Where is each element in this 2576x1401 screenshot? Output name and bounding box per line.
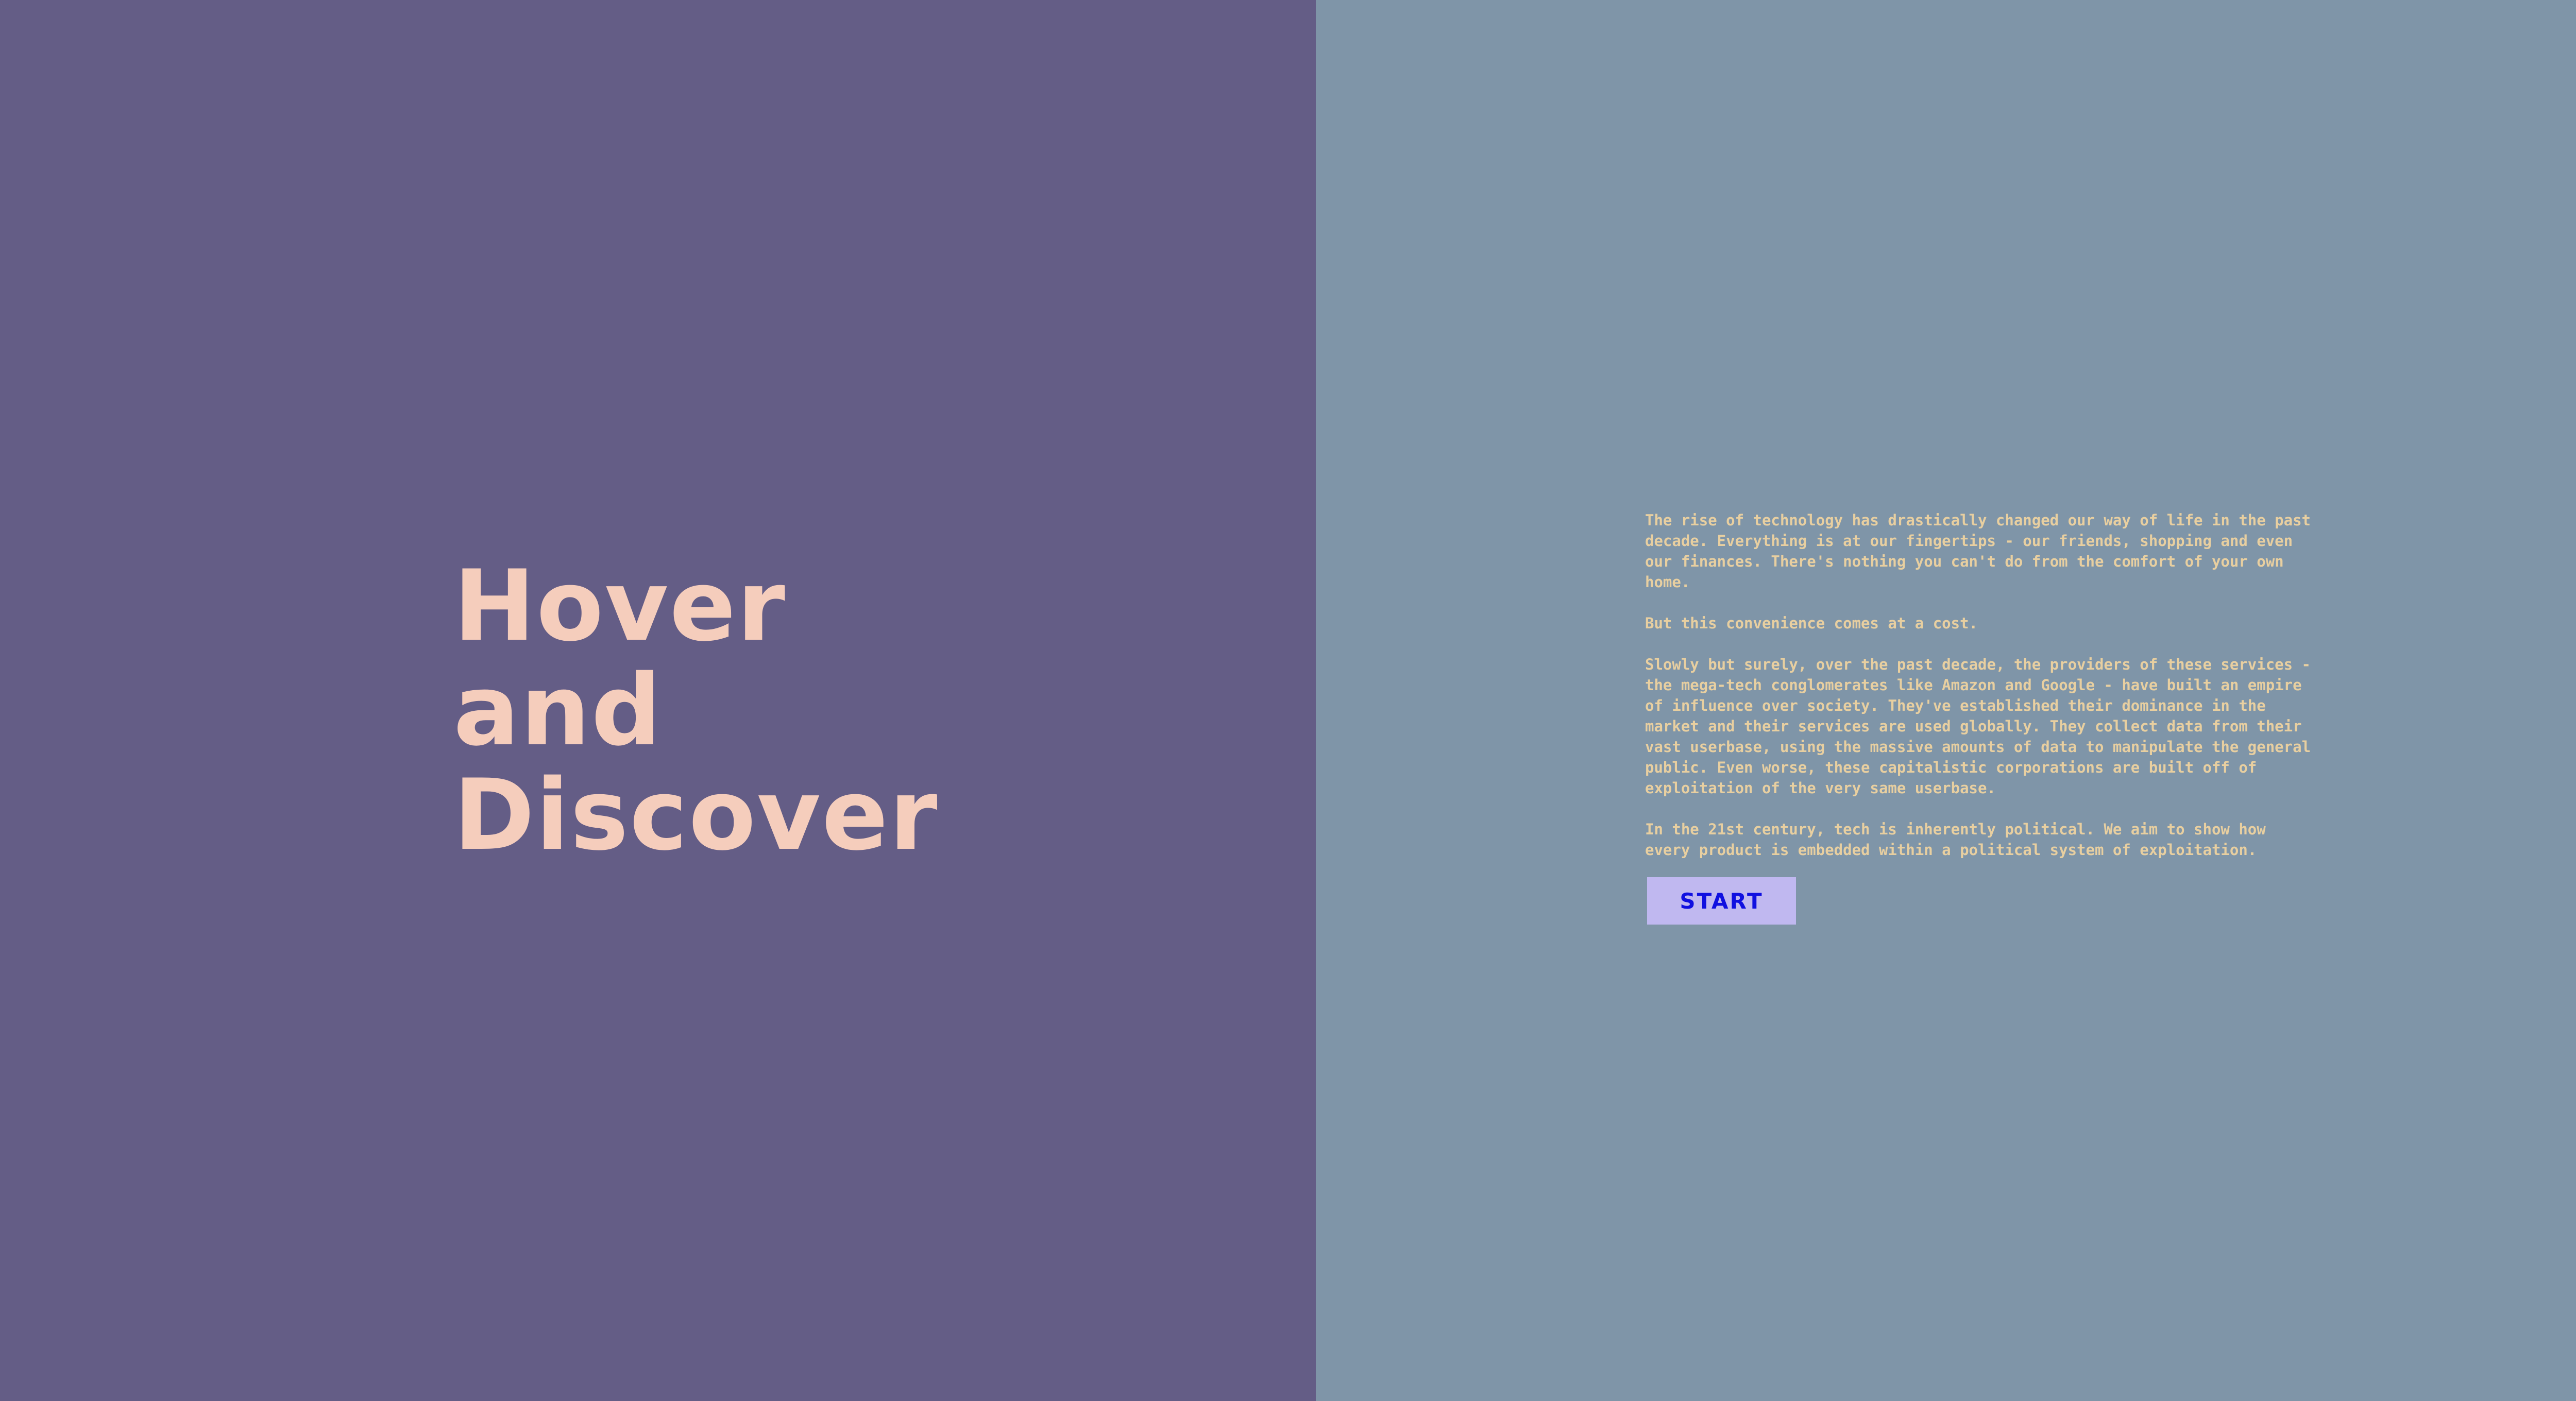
hero-title: Hover and Discover <box>453 554 939 867</box>
intro-paragraph: But this convenience comes at a cost. <box>1645 614 1978 632</box>
hero-title-line: and <box>453 654 663 767</box>
intro-text: The rise of technology has drastically c… <box>1645 510 2315 881</box>
hero-panel: Hover and Discover <box>0 0 1316 1401</box>
hero-title-line: Hover <box>453 549 786 663</box>
intro-paragraph: The rise of technology has drastically c… <box>1645 511 2311 591</box>
intro-panel: The rise of technology has drastically c… <box>1316 0 2576 1401</box>
intro-paragraph: In the 21st century, tech is inherently … <box>1645 821 2266 859</box>
intro-paragraph: Slowly but surely, over the past decade,… <box>1645 656 2311 797</box>
hero-title-line: Discover <box>453 758 939 872</box>
start-button[interactable]: START <box>1647 877 1796 925</box>
